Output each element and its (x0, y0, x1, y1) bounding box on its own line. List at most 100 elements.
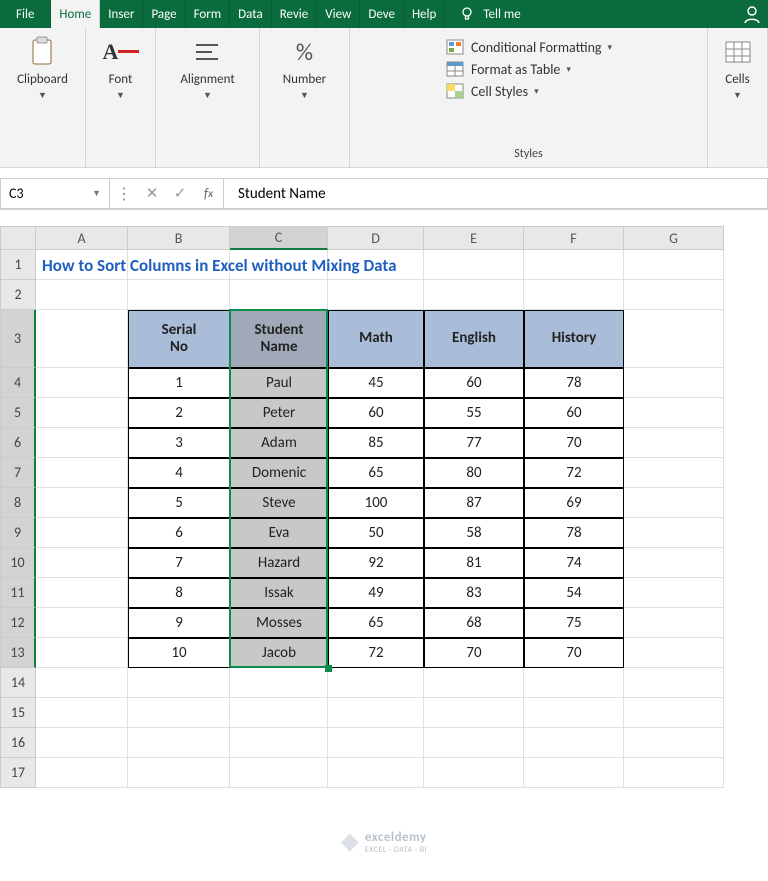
row-header-1[interactable]: 1 (0, 250, 36, 280)
cell-D12[interactable]: 65 (328, 608, 424, 638)
cell-F7[interactable]: 72 (524, 458, 624, 488)
cell-F16[interactable] (524, 728, 624, 758)
cell-styles-button[interactable]: Cell Styles ▾ (445, 82, 539, 100)
cell-E5[interactable]: 55 (424, 398, 524, 428)
cell-F5[interactable]: 60 (524, 398, 624, 428)
tab-file[interactable]: File (0, 0, 51, 28)
cell-D7[interactable]: 65 (328, 458, 424, 488)
col-header-D[interactable]: D (328, 226, 424, 250)
cell-A9[interactable] (36, 518, 128, 548)
cell-A8[interactable] (36, 488, 128, 518)
row-header-3[interactable]: 3 (0, 310, 36, 368)
cell-G8[interactable] (624, 488, 724, 518)
cell-E7[interactable]: 80 (424, 458, 524, 488)
cell-F2[interactable] (524, 280, 624, 310)
cell-B5[interactable]: 2 (128, 398, 230, 428)
cell-C5[interactable]: Peter (230, 398, 328, 428)
cell-B3[interactable]: SerialNo (128, 310, 230, 368)
cell-C7[interactable]: Domenic (230, 458, 328, 488)
cell-F1[interactable] (524, 250, 624, 280)
tab-data[interactable]: Data (230, 0, 272, 28)
cell-C17[interactable] (230, 758, 328, 788)
row-header-2[interactable]: 2 (0, 280, 36, 310)
tab-developer[interactable]: Deve (360, 0, 404, 28)
row-header-10[interactable]: 10 (0, 548, 36, 578)
cell-E6[interactable]: 77 (424, 428, 524, 458)
cell-A13[interactable] (36, 638, 128, 668)
row-header-14[interactable]: 14 (0, 668, 36, 698)
cell-B9[interactable]: 6 (128, 518, 230, 548)
cell-C16[interactable] (230, 728, 328, 758)
cell-C15[interactable] (230, 698, 328, 728)
cell-A5[interactable] (36, 398, 128, 428)
cell-F9[interactable]: 78 (524, 518, 624, 548)
row-header-17[interactable]: 17 (0, 758, 36, 788)
row-header-11[interactable]: 11 (0, 578, 36, 608)
cell-E3[interactable]: English (424, 310, 524, 368)
cell-G13[interactable] (624, 638, 724, 668)
fill-handle[interactable] (325, 665, 332, 672)
cell-E15[interactable] (424, 698, 524, 728)
cell-A17[interactable] (36, 758, 128, 788)
cell-A12[interactable] (36, 608, 128, 638)
cell-F13[interactable]: 70 (524, 638, 624, 668)
alignment-button[interactable]: Alignment ▼ (180, 34, 234, 101)
cell-B6[interactable]: 3 (128, 428, 230, 458)
clipboard-button[interactable]: Clipboard ▼ (17, 34, 68, 101)
col-header-G[interactable]: G (624, 226, 724, 250)
cell-D10[interactable]: 92 (328, 548, 424, 578)
cells-button[interactable]: Cells ▼ (720, 34, 756, 101)
cell-G3[interactable] (624, 310, 724, 368)
cell-E12[interactable]: 68 (424, 608, 524, 638)
cell-D17[interactable] (328, 758, 424, 788)
cell-C10[interactable]: Hazard (230, 548, 328, 578)
cell-B11[interactable]: 8 (128, 578, 230, 608)
cell-F11[interactable]: 54 (524, 578, 624, 608)
cell-G14[interactable] (624, 668, 724, 698)
cell-E11[interactable]: 83 (424, 578, 524, 608)
name-box[interactable]: C3 ▼ (0, 178, 110, 209)
cell-C3[interactable]: StudentName (230, 310, 328, 368)
cell-G15[interactable] (624, 698, 724, 728)
cell-E4[interactable]: 60 (424, 368, 524, 398)
font-button[interactable]: A Font ▼ (103, 34, 139, 101)
number-button[interactable]: % Number ▼ (283, 34, 326, 101)
cell-G6[interactable] (624, 428, 724, 458)
cell-G12[interactable] (624, 608, 724, 638)
cell-C12[interactable]: Mosses (230, 608, 328, 638)
cell-B8[interactable]: 5 (128, 488, 230, 518)
col-header-E[interactable]: E (424, 226, 524, 250)
cell-F17[interactable] (524, 758, 624, 788)
cell-F8[interactable]: 69 (524, 488, 624, 518)
cell-G2[interactable] (624, 280, 724, 310)
cell-C8[interactable]: Steve (230, 488, 328, 518)
row-header-4[interactable]: 4 (0, 368, 36, 398)
cell-B4[interactable]: 1 (128, 368, 230, 398)
cell-B17[interactable] (128, 758, 230, 788)
cell-G16[interactable] (624, 728, 724, 758)
enter-formula-button[interactable]: ✓ (166, 178, 194, 209)
cell-C9[interactable]: Eva (230, 518, 328, 548)
tab-help[interactable]: Help (404, 0, 445, 28)
cell-C13[interactable]: Jacob (230, 638, 328, 668)
cell-E9[interactable]: 58 (424, 518, 524, 548)
conditional-formatting-button[interactable]: Conditional Formatting ▾ (445, 38, 612, 56)
cell-D14[interactable] (328, 668, 424, 698)
cell-D16[interactable] (328, 728, 424, 758)
tab-home[interactable]: Home (51, 0, 100, 28)
cell-F3[interactable]: History (524, 310, 624, 368)
cell-E17[interactable] (424, 758, 524, 788)
row-header-13[interactable]: 13 (0, 638, 36, 668)
row-header-8[interactable]: 8 (0, 488, 36, 518)
formula-input[interactable]: Student Name (224, 178, 768, 209)
cell-A3[interactable] (36, 310, 128, 368)
cell-E1[interactable] (424, 250, 524, 280)
cell-D3[interactable]: Math (328, 310, 424, 368)
cell-C11[interactable]: Issak (230, 578, 328, 608)
cell-A16[interactable] (36, 728, 128, 758)
row-header-12[interactable]: 12 (0, 608, 36, 638)
cell-F10[interactable]: 74 (524, 548, 624, 578)
cell-D8[interactable]: 100 (328, 488, 424, 518)
cell-E14[interactable] (424, 668, 524, 698)
cell-D5[interactable]: 60 (328, 398, 424, 428)
